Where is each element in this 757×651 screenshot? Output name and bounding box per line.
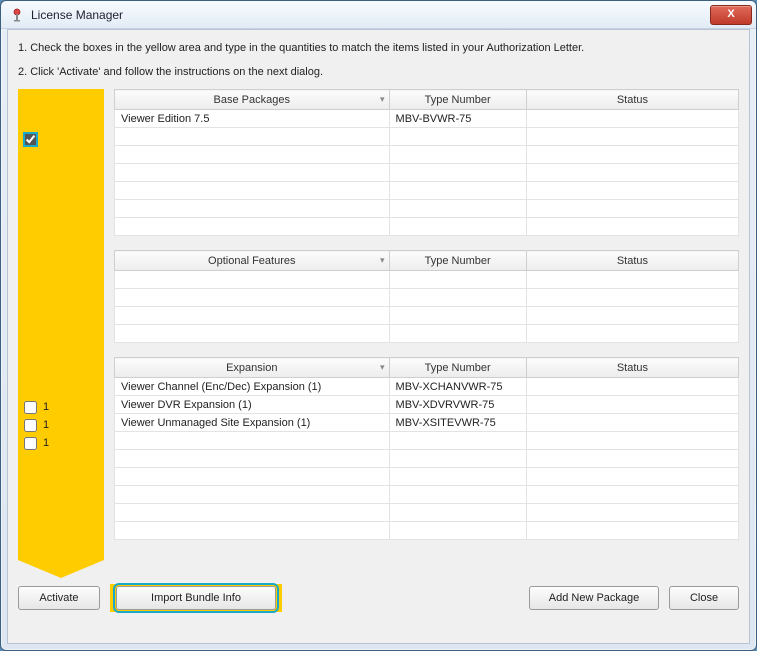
- import-highlight: Import Bundle Info: [110, 584, 282, 612]
- optional-features-table: Optional Features▾ Type Number Status: [114, 250, 739, 343]
- expansion-check-row-1: 1: [18, 416, 104, 434]
- base-checkbox-0[interactable]: [24, 133, 37, 146]
- expansion-checkbox-1[interactable]: [24, 419, 37, 432]
- expansion-name-0: Viewer Channel (Enc/Dec) Expansion (1): [115, 378, 390, 396]
- instructions: 1. Check the boxes in the yellow area an…: [18, 40, 739, 81]
- arrow-down-icon: [18, 560, 104, 578]
- optional-col-header-status[interactable]: Status: [526, 251, 738, 271]
- expansion-name-2: Viewer Unmanaged Site Expansion (1): [115, 414, 390, 432]
- sort-icon: ▾: [380, 255, 385, 266]
- base-checks: [18, 109, 104, 256]
- table-row[interactable]: Viewer Channel (Enc/Dec) Expansion (1) M…: [115, 378, 739, 396]
- expansion-type-2: MBV-XSITEVWR-75: [389, 414, 526, 432]
- close-button[interactable]: Close: [669, 586, 739, 610]
- expansion-checkbox-0[interactable]: [24, 401, 37, 414]
- base-col-header-name[interactable]: Base Packages▾: [115, 90, 390, 110]
- expansion-qty-0[interactable]: 1: [43, 401, 63, 413]
- close-icon: X: [727, 9, 734, 20]
- add-new-package-button[interactable]: Add New Package: [529, 586, 659, 610]
- tables-column: Base Packages▾ Type Number Status Viewer…: [114, 89, 739, 560]
- table-row[interactable]: Viewer DVR Expansion (1) MBV-XDVRVWR-75: [115, 396, 739, 414]
- optional-features-table-wrap: Optional Features▾ Type Number Status: [114, 250, 739, 343]
- expansion-col-header-type[interactable]: Type Number: [389, 358, 526, 378]
- table-row[interactable]: Viewer Unmanaged Site Expansion (1) MBV-…: [115, 414, 739, 432]
- expansion-type-1: MBV-XDVRVWR-75: [389, 396, 526, 414]
- expansion-table-wrap: Expansion▾ Type Number Status Viewer Cha…: [114, 357, 739, 540]
- window-title: License Manager: [31, 8, 710, 22]
- table-row[interactable]: Viewer Edition 7.5 MBV-BVWR-75: [115, 110, 739, 128]
- instruction-line-1: 1. Check the boxes in the yellow area an…: [18, 40, 739, 58]
- optional-checks: [18, 270, 104, 363]
- expansion-col-header-name[interactable]: Expansion▾: [115, 358, 390, 378]
- app-icon: [9, 7, 25, 23]
- titlebar: License Manager X: [1, 1, 756, 29]
- expansion-status-1: [526, 396, 738, 414]
- sort-icon: ▾: [380, 94, 385, 105]
- expansion-qty-1[interactable]: 1: [43, 419, 63, 431]
- sort-icon: ▾: [380, 362, 385, 373]
- base-col-header-type[interactable]: Type Number: [389, 90, 526, 110]
- content-row: 1 1 1: [18, 89, 739, 560]
- expansion-type-0: MBV-XCHANVWR-75: [389, 378, 526, 396]
- base-status-0: [526, 110, 738, 128]
- import-bundle-info-button[interactable]: Import Bundle Info: [116, 586, 276, 610]
- expansion-checkbox-2[interactable]: [24, 437, 37, 450]
- base-type-0: MBV-BVWR-75: [389, 110, 526, 128]
- optional-col-header-type[interactable]: Type Number: [389, 251, 526, 271]
- expansion-check-row-0: 1: [18, 398, 104, 416]
- base-check-row-0: [18, 130, 104, 148]
- base-name-0: Viewer Edition 7.5: [115, 110, 390, 128]
- expansion-checks: 1 1 1: [18, 377, 104, 560]
- button-bar: Activate Import Bundle Info Add New Pack…: [18, 584, 739, 612]
- expansion-status-0: [526, 378, 738, 396]
- instruction-line-2: 2. Click 'Activate' and follow the instr…: [18, 64, 739, 82]
- base-packages-table-wrap: Base Packages▾ Type Number Status Viewer…: [114, 89, 739, 236]
- optional-col-header-name[interactable]: Optional Features▾: [115, 251, 390, 271]
- activate-button[interactable]: Activate: [18, 586, 100, 610]
- expansion-check-row-2: 1: [18, 434, 104, 452]
- license-manager-window: License Manager X 1. Check the boxes in …: [0, 0, 757, 651]
- client-area: 1. Check the boxes in the yellow area an…: [7, 29, 750, 644]
- window-close-button[interactable]: X: [710, 5, 752, 25]
- expansion-qty-2[interactable]: 1: [43, 437, 63, 449]
- expansion-status-2: [526, 414, 738, 432]
- expansion-col-header-status[interactable]: Status: [526, 358, 738, 378]
- base-packages-table: Base Packages▾ Type Number Status Viewer…: [114, 89, 739, 236]
- checkbox-column: 1 1 1: [18, 89, 104, 560]
- expansion-table: Expansion▾ Type Number Status Viewer Cha…: [114, 357, 739, 540]
- base-col-header-status[interactable]: Status: [526, 90, 738, 110]
- expansion-name-1: Viewer DVR Expansion (1): [115, 396, 390, 414]
